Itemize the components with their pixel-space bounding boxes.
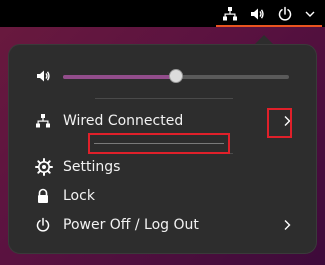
- power-icon: [35, 215, 55, 235]
- network-wired-icon[interactable]: [222, 6, 238, 22]
- volume-slider-fill: [63, 75, 176, 79]
- power-item[interactable]: Power Off / Log Out: [9, 211, 318, 239]
- volume-slider[interactable]: [63, 69, 289, 83]
- settings-label: Settings: [63, 159, 121, 175]
- volume-slider-handle[interactable]: [169, 69, 183, 83]
- speaker-icon[interactable]: [249, 6, 265, 22]
- chevron-down-icon[interactable]: [304, 8, 316, 20]
- volume-row: [35, 67, 295, 87]
- power-label: Power Off / Log Out: [63, 217, 199, 233]
- settings-item[interactable]: Settings: [9, 153, 318, 181]
- menu-pointer: [255, 35, 273, 44]
- power-icon[interactable]: [277, 6, 293, 22]
- separator: [95, 98, 233, 99]
- lock-label: Lock: [63, 188, 95, 204]
- gear-icon: [35, 157, 55, 177]
- highlight-box: [88, 133, 230, 154]
- lock-icon: [35, 186, 55, 206]
- network-label: Wired Connected: [63, 113, 184, 129]
- highlight-box: [267, 108, 292, 138]
- top-bar: [0, 0, 325, 27]
- chevron-right-icon[interactable]: [280, 218, 294, 232]
- lock-item[interactable]: Lock: [9, 182, 318, 210]
- speaker-icon: [35, 68, 51, 88]
- separator: [94, 143, 224, 144]
- network-wired-icon: [35, 111, 55, 131]
- system-tray[interactable]: [216, 2, 322, 27]
